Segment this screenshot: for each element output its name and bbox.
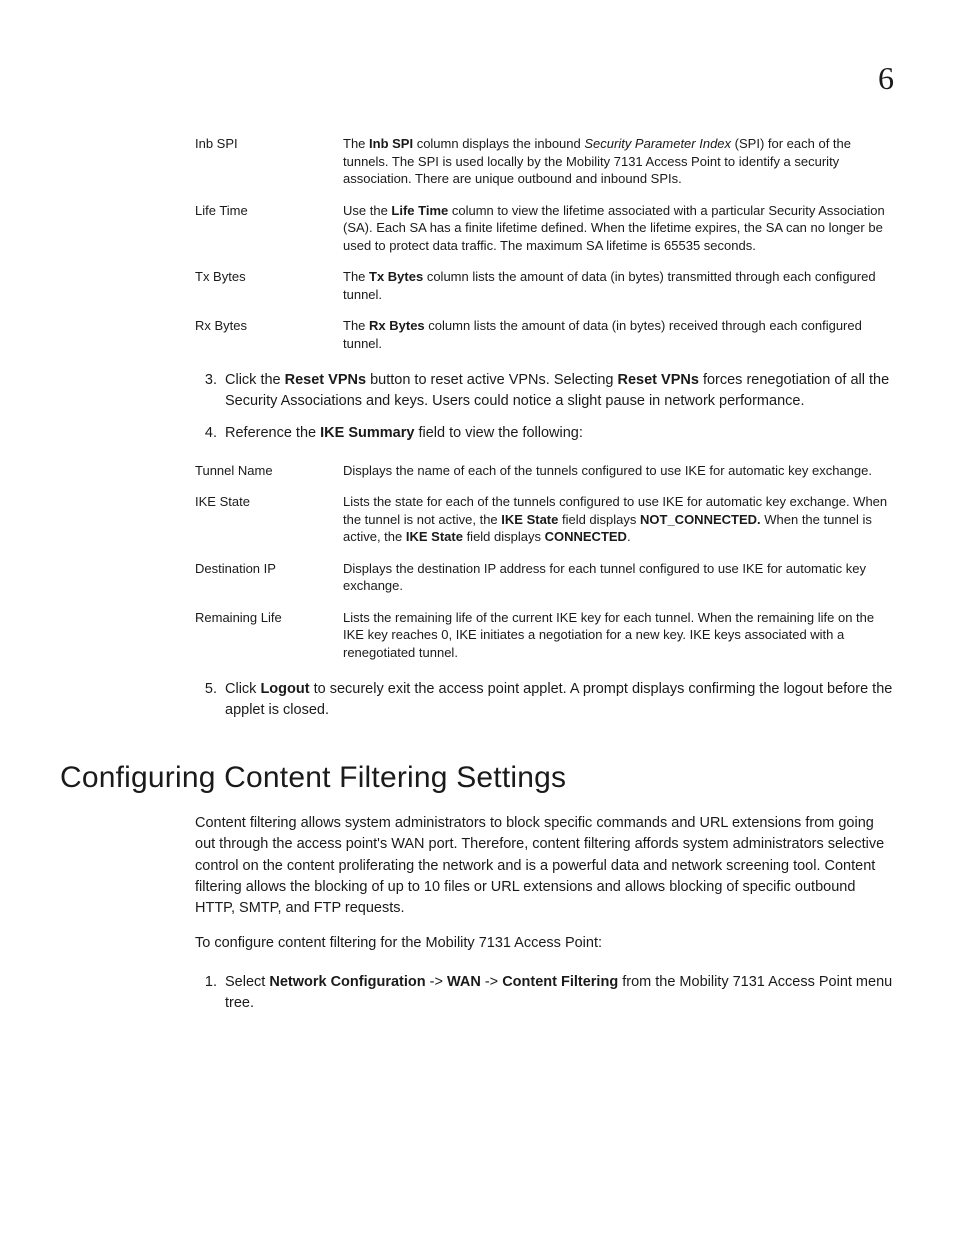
- steps-list-c: Select Network Configuration -> WAN -> C…: [195, 972, 894, 1014]
- ike-field-row: IKE StateLists the state for each of the…: [195, 493, 894, 546]
- document-page: 6 Inb SPIThe Inb SPI column displays the…: [0, 0, 954, 1235]
- step-item: Click Logout to securely exit the access…: [221, 679, 894, 721]
- step-item: Select Network Configuration -> WAN -> C…: [221, 972, 894, 1014]
- sa-field-row: Tx BytesThe Tx Bytes column lists the am…: [195, 268, 894, 303]
- ike-field-row: Remaining LifeLists the remaining life o…: [195, 609, 894, 662]
- page-number: 6: [878, 60, 894, 97]
- step-item: Reference the IKE Summary field to view …: [221, 423, 894, 444]
- sa-field-row: Life TimeUse the Life Time column to vie…: [195, 202, 894, 255]
- sa-field-description: Use the Life Time column to view the lif…: [343, 202, 894, 255]
- steps-list-a: Click the Reset VPNs button to reset act…: [195, 370, 894, 443]
- sa-field-description: The Tx Bytes column lists the amount of …: [343, 268, 894, 303]
- sa-fields-block: Inb SPIThe Inb SPI column displays the i…: [195, 135, 894, 721]
- section-heading: Configuring Content Filtering Settings: [60, 761, 894, 795]
- ike-field-term: IKE State: [195, 493, 343, 511]
- ike-field-description: Displays the name of each of the tunnels…: [343, 462, 894, 480]
- ike-field-row: Destination IPDisplays the destination I…: [195, 560, 894, 595]
- sa-field-term: Tx Bytes: [195, 268, 343, 286]
- ike-field-description: Lists the state for each of the tunnels …: [343, 493, 894, 546]
- ike-field-term: Destination IP: [195, 560, 343, 578]
- sa-field-description: The Inb SPI column displays the inbound …: [343, 135, 894, 188]
- ike-field-description: Displays the destination IP address for …: [343, 560, 894, 595]
- sa-field-description: The Rx Bytes column lists the amount of …: [343, 317, 894, 352]
- ike-field-description: Lists the remaining life of the current …: [343, 609, 894, 662]
- steps-list-b: Click Logout to securely exit the access…: [195, 679, 894, 721]
- intro-paragraph-2: To configure content filtering for the M…: [195, 933, 894, 954]
- sa-field-term: Life Time: [195, 202, 343, 220]
- sa-field-term: Rx Bytes: [195, 317, 343, 335]
- ike-field-term: Tunnel Name: [195, 462, 343, 480]
- sa-field-row: Rx BytesThe Rx Bytes column lists the am…: [195, 317, 894, 352]
- ike-field-row: Tunnel NameDisplays the name of each of …: [195, 462, 894, 480]
- step-item: Click the Reset VPNs button to reset act…: [221, 370, 894, 412]
- sa-field-term: Inb SPI: [195, 135, 343, 153]
- ike-field-term: Remaining Life: [195, 609, 343, 627]
- sa-field-row: Inb SPIThe Inb SPI column displays the i…: [195, 135, 894, 188]
- intro-paragraph: Content filtering allows system administ…: [195, 813, 894, 918]
